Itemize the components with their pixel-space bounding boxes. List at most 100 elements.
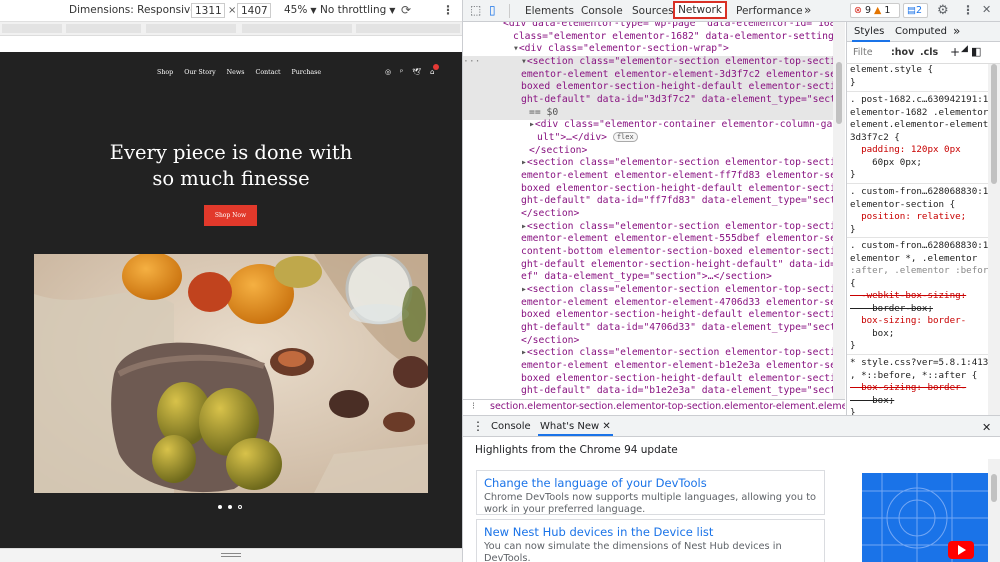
dom-line[interactable]: boxed elementor-section-height-default e… [521, 373, 833, 386]
rule-line[interactable]: -webkit-box-sizing: [850, 290, 966, 303]
dom-line[interactable]: ementor-element elementor-element-3d3f7c… [521, 69, 833, 82]
dom-breadcrumb[interactable]: ⁝ section.elementor-section.elementor-top… [463, 399, 845, 415]
rule-line[interactable]: . custom-fron…628068830:1 [850, 240, 988, 253]
rule-line[interactable]: . custom-fron…628068830:1 [850, 186, 988, 199]
cart-icon[interactable]: ⌂ [430, 64, 440, 76]
rule-line[interactable]: . post-1682.c…630942191:1 [850, 94, 988, 107]
dom-line[interactable]: ▸<section class="elementor-section eleme… [521, 157, 833, 170]
dom-line[interactable]: boxed elementor-section-height-default e… [521, 309, 833, 322]
dom-line[interactable]: ▸<section class="elementor-section eleme… [521, 284, 833, 297]
more-tabs-button[interactable]: » [804, 3, 811, 17]
zoom-dropdown[interactable]: 45% ▼ [284, 4, 317, 16]
slider-dot-3[interactable] [238, 505, 242, 509]
more-options-icon[interactable]: ⋮ [442, 3, 454, 17]
nav-news[interactable]: News [227, 69, 245, 76]
dom-line[interactable]: class="elementor elementor-1682" data-el… [513, 31, 833, 44]
tab-console[interactable]: Console [581, 5, 623, 17]
more-style-tabs-button[interactable]: » [953, 24, 960, 38]
tab-sources[interactable]: Sources [632, 5, 674, 17]
elements-scrollbar[interactable] [833, 22, 845, 399]
styles-rules[interactable]: element.style { } . post-1682.c…63094219… [846, 64, 988, 415]
whats-new-card[interactable]: Change the language of your DevTools Chr… [476, 470, 825, 515]
rule-line[interactable]: element.style { [850, 64, 933, 77]
dom-line[interactable]: ▾<section class="elementor-section eleme… [521, 56, 833, 69]
nav-purchase[interactable]: Purchase [292, 69, 322, 76]
drawer-scrollbar[interactable] [988, 459, 1000, 562]
rule-line[interactable]: padding: 120px 0px [850, 144, 961, 157]
styles-scrollbar[interactable] [988, 64, 1000, 415]
nav-contact[interactable]: Contact [256, 69, 281, 76]
card-title-link[interactable]: New Nest Hub devices in the Device list [484, 525, 713, 539]
close-icon[interactable]: ✕ [982, 3, 991, 16]
tab-computed[interactable]: Computed [895, 26, 947, 37]
dom-line[interactable]: boxed elementor-section-height-default e… [521, 183, 833, 196]
gear-icon[interactable]: ⚙ [937, 3, 949, 18]
whats-new-video-thumbnail[interactable] [862, 473, 988, 562]
dom-line[interactable]: ▸<section class="elementor-section eleme… [521, 221, 833, 234]
more-options-icon[interactable]: ⋮ [962, 3, 974, 17]
throttling-dropdown[interactable]: No throttling ▼ [320, 4, 395, 16]
scrollbar-thumb[interactable] [991, 474, 997, 502]
dom-line[interactable]: ementor-element elementor-element-ff7fd8… [521, 170, 833, 183]
tab-styles[interactable]: Styles [854, 26, 884, 37]
dom-line[interactable]: ef" data-element_type="section">…</secti… [521, 271, 772, 284]
dom-line[interactable]: ght-default" data-id="ff7fd83" data-elem… [521, 195, 833, 208]
dom-line[interactable]: ght-default" data-id="3d3f7c2" data-elem… [521, 94, 833, 107]
rotate-icon[interactable]: ⟳ [401, 3, 411, 17]
dom-line[interactable]: ght-default" data-id="4706d33" data-elem… [521, 322, 833, 335]
dom-line[interactable]: </section> [521, 208, 579, 221]
styles-filter-input[interactable]: Filte [853, 47, 873, 58]
whats-new-card[interactable]: New Nest Hub devices in the Device list … [476, 519, 825, 562]
tab-whats-new[interactable]: What's New ✕ [538, 416, 613, 436]
drawer-menu-icon[interactable]: ⋮ [472, 419, 484, 433]
dom-line[interactable]: ▸<div class="elementor-container element… [529, 119, 833, 132]
instagram-icon[interactable]: ◎ [385, 68, 391, 76]
close-drawer-icon[interactable]: ✕ [982, 421, 991, 434]
inspect-element-icon[interactable]: ⬚ [470, 3, 481, 17]
tab-performance[interactable]: Performance [736, 5, 803, 17]
media-query-ruler[interactable] [0, 22, 462, 36]
nav-shop[interactable]: Shop [157, 69, 173, 76]
card-title-link[interactable]: Change the language of your DevTools [484, 476, 707, 490]
device-viewport[interactable]: Shop Our Story News Contact Purchase ◎ ᵖ… [0, 52, 462, 548]
dom-line[interactable]: ▾<div class="elementor-section-wrap"> [513, 43, 729, 56]
new-rule-button[interactable]: + [950, 45, 960, 59]
rule-line[interactable]: box-sizing: border- [850, 315, 966, 328]
pinterest-icon[interactable]: ᵖ [400, 68, 403, 76]
dimensions-dropdown[interactable]: Dimensions: Responsive▼ [69, 4, 206, 16]
dom-line[interactable]: ult">…</div> flex [537, 132, 638, 145]
close-tab-icon[interactable]: ✕ [602, 421, 610, 432]
tab-console-drawer[interactable]: Console [491, 421, 531, 432]
scrollbar-thumb[interactable] [836, 62, 842, 124]
rule-line[interactable]: position: relative; [850, 211, 966, 224]
dom-line[interactable]: ght-default elementor-section-height-def… [521, 259, 833, 272]
flex-badge[interactable]: flex [612, 132, 638, 142]
dom-line[interactable]: ementor-element elementor-element-4706d3… [521, 297, 833, 310]
dom-line[interactable]: content-bottom elementor-section-boxed e… [521, 246, 833, 259]
device-toolbar-icon[interactable]: ▯ [489, 3, 496, 17]
node-ellipsis-icon[interactable]: ··· [463, 56, 481, 69]
breadcrumb-text[interactable]: section.elementor-section.elementor-top-… [490, 401, 845, 412]
messages-badge[interactable]: ▤2 [903, 3, 928, 18]
dom-line[interactable]: ementor-element elementor-element-555dbe… [521, 233, 833, 246]
slider-dot-1[interactable] [218, 505, 222, 509]
dom-line[interactable]: ▸<section class="elementor-section eleme… [521, 347, 833, 360]
issues-badge[interactable]: ⊗ 9 ▲ 1 [850, 3, 900, 18]
viewport-resize-handle[interactable] [0, 548, 462, 562]
tab-elements[interactable]: Elements [525, 5, 574, 17]
class-toggle-button[interactable]: .cls [920, 47, 938, 58]
twitter-icon[interactable]: 🕊 [412, 68, 421, 76]
scrollbar-thumb[interactable] [991, 64, 997, 184]
dom-line[interactable]: <div data-elementor-type="wp-page" data-… [503, 22, 833, 31]
height-input[interactable] [237, 3, 271, 18]
width-input[interactable] [191, 3, 225, 18]
nav-our-story[interactable]: Our Story [184, 69, 215, 76]
dom-line[interactable]: boxed elementor-section-height-default e… [521, 81, 833, 94]
tab-network[interactable]: Network [673, 1, 727, 19]
dom-line[interactable]: </section> [521, 335, 579, 348]
dom-line[interactable]: ght-default" data-id="b1e2e3a" data-elem… [521, 385, 833, 398]
slider-dot-2[interactable] [228, 505, 232, 509]
dom-line[interactable]: </section> [529, 145, 587, 158]
rule-line[interactable]: * style.css?ver=5.8.1:413 [850, 357, 988, 370]
shop-now-button[interactable]: Shop Now [204, 205, 257, 226]
